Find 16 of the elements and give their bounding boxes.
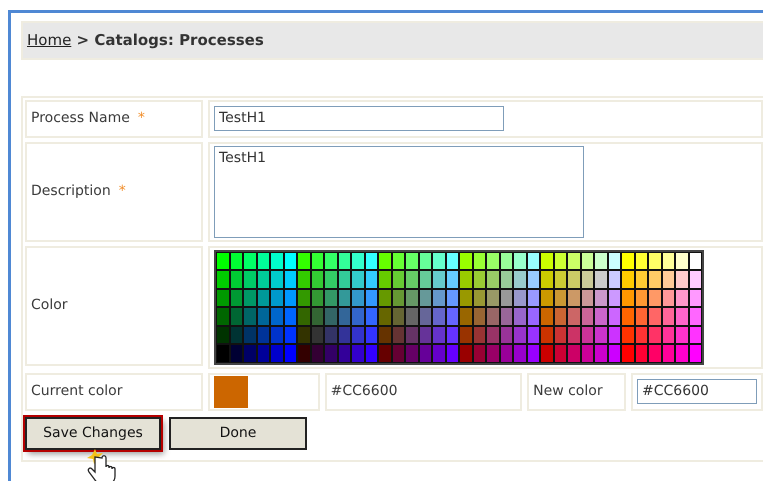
color-value: #CC6600 [330, 382, 398, 401]
field-label: Process Name [31, 109, 130, 128]
color-input[interactable]: #CC6600 [637, 379, 757, 404]
save-button[interactable]: Save Changes [25, 416, 161, 450]
field-label: Color [31, 296, 68, 315]
done-button[interactable]: Done [169, 416, 307, 450]
home-link[interactable]: Home [27, 31, 72, 49]
required-mark: * [138, 109, 145, 128]
field-label: Description [31, 182, 111, 201]
page-title: Catalogs: Processes [94, 31, 264, 49]
field-label: New color [533, 382, 603, 401]
text-field[interactable]: TestH1 [214, 106, 504, 131]
breadcrumb-separator: > [76, 31, 90, 49]
field-label: Current color [31, 382, 123, 401]
required-mark: * [118, 182, 126, 201]
text-area[interactable]: TestH1 [214, 146, 584, 238]
